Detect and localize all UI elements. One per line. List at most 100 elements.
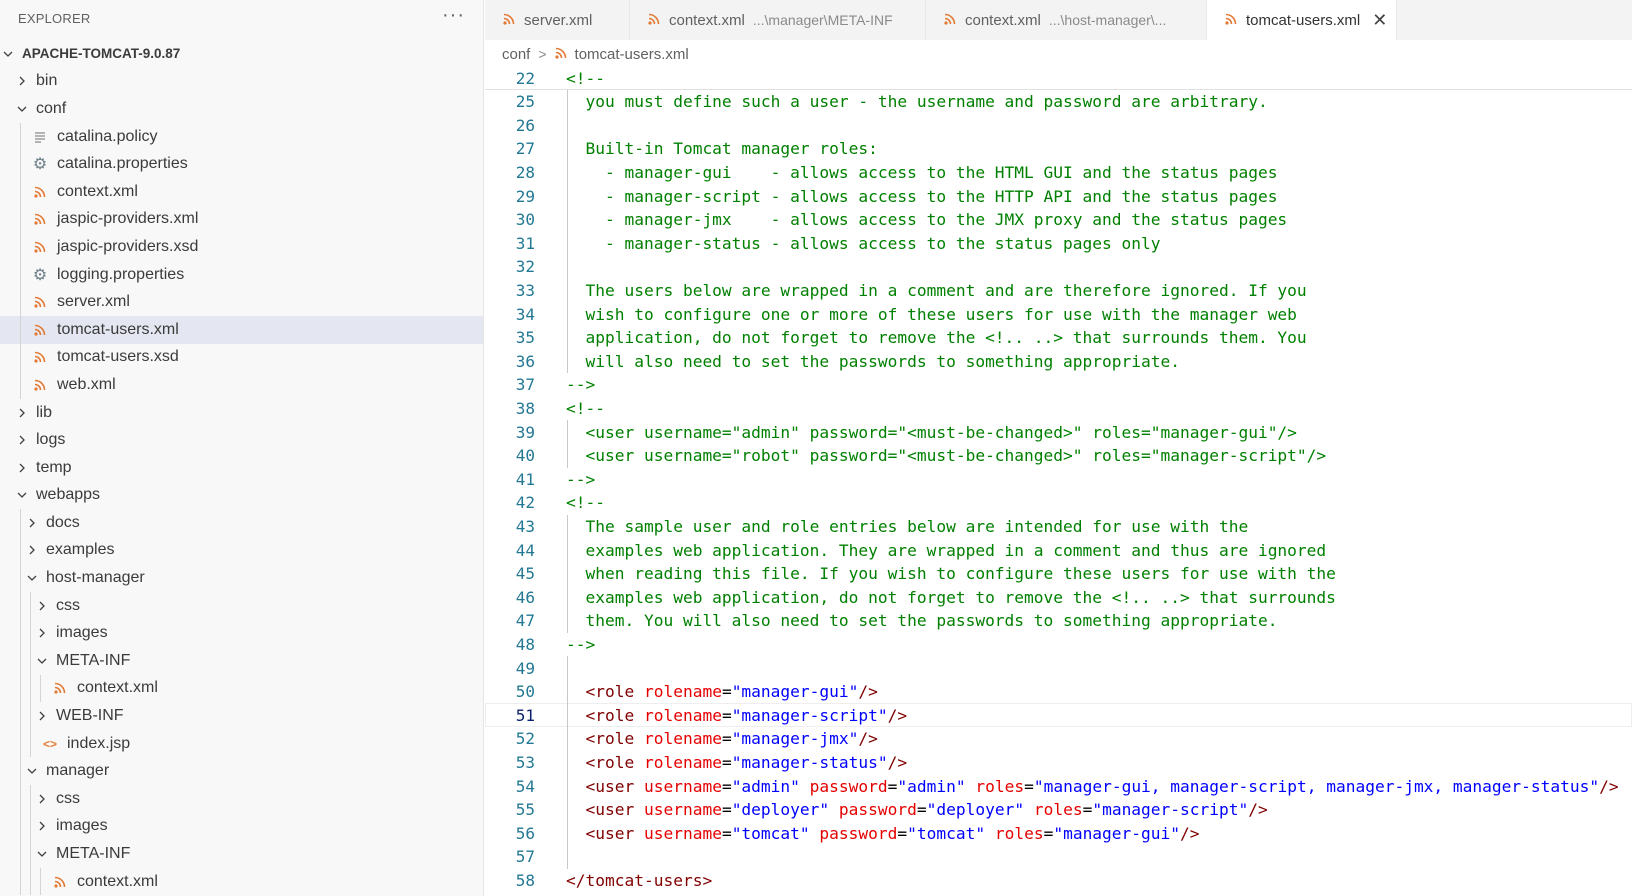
tree-file-item[interactable]: context.xml	[0, 867, 483, 896]
line-number: 27	[515, 139, 535, 159]
code-lines[interactable]: 25 you must define such a user - the use…	[485, 90, 1632, 892]
tree-folder-item[interactable]: docs	[0, 509, 483, 537]
code-line[interactable]: 46 examples web application, do not forg…	[485, 585, 1632, 610]
chevron-right-icon[interactable]	[34, 625, 50, 641]
chevron-down-icon[interactable]	[34, 846, 50, 862]
chevron-right-icon[interactable]	[34, 818, 50, 834]
tree-file-item[interactable]: jaspic-providers.xsd	[0, 233, 483, 261]
more-actions-icon[interactable]: ···	[442, 4, 465, 27]
code-line[interactable]: 33 The users below are wrapped in a comm…	[485, 278, 1632, 303]
tree-folder-item[interactable]: APACHE-TOMCAT-9.0.87	[0, 40, 483, 68]
chevron-down-icon[interactable]	[34, 653, 50, 669]
code-line[interactable]: 37 -->	[485, 373, 1632, 397]
code-line[interactable]: 39 <user username="admin" password="<mus…	[485, 420, 1632, 444]
tree-folder-item[interactable]: WEB-INF	[0, 702, 483, 730]
code-line[interactable]: 32	[485, 255, 1632, 279]
code-line[interactable]: 58 </tomcat-users>	[485, 869, 1632, 893]
chevron-right-icon[interactable]	[24, 542, 40, 558]
sticky-scroll-line[interactable]: 22 <!--	[485, 66, 1632, 90]
code-line[interactable]: 52 <role rolename="manager-jmx"/>	[485, 727, 1632, 751]
chevron-right-icon[interactable]	[34, 791, 50, 807]
tree-folder-item[interactable]: manager	[0, 757, 483, 786]
code-editor[interactable]: 22 <!-- 25 you must define such a user - …	[485, 66, 1632, 896]
tree-folder-item[interactable]: META-INF	[0, 840, 483, 868]
chevron-right-icon[interactable]	[14, 460, 30, 476]
tree-folder-item[interactable]: META-INF	[0, 647, 483, 675]
chevron-right-icon[interactable]	[14, 405, 30, 421]
code-line[interactable]: 36 will also need to set the passwords t…	[485, 349, 1632, 374]
chevron-right-icon[interactable]	[24, 515, 40, 531]
code-line[interactable]: 28 - manager-gui - allows access to the …	[485, 160, 1632, 185]
tree-file-item[interactable]: context.xml	[0, 674, 483, 703]
code-line[interactable]: 55 <user username="deployer" password="d…	[485, 797, 1632, 822]
tree-file-item[interactable]: tomcat-users.xml	[0, 315, 483, 344]
tree-file-item[interactable]: web.xml	[0, 371, 483, 399]
code-line[interactable]: 22 <!--	[485, 66, 1632, 90]
code-line[interactable]: 29 - manager-script - allows access to t…	[485, 184, 1632, 208]
code-line[interactable]: 34 wish to configure one or more of thes…	[485, 302, 1632, 326]
tree-file-item[interactable]: ⚙ logging.properties	[0, 260, 483, 289]
code-line[interactable]: 25 you must define such a user - the use…	[485, 90, 1632, 114]
code-line[interactable]: 27 Built-in Tomcat manager roles:	[485, 137, 1632, 161]
tree-folder-item[interactable]: images	[0, 619, 483, 648]
code-line[interactable]: 41 -->	[485, 468, 1632, 492]
editor-tab[interactable]: context.xml ...\host-manager\...	[926, 0, 1207, 40]
rss-icon	[52, 874, 68, 890]
line-number: 57	[515, 847, 535, 867]
close-icon[interactable]: ✕	[1372, 10, 1387, 31]
tree-file-item[interactable]: context.xml	[0, 177, 483, 206]
chevron-down-icon[interactable]	[14, 487, 30, 503]
code-line[interactable]: 49	[485, 656, 1632, 680]
code-line[interactable]: 26	[485, 113, 1632, 138]
tree-folder-item[interactable]: logs	[0, 426, 483, 454]
tree-folder-item[interactable]: conf	[0, 95, 483, 123]
tree-folder-item[interactable]: examples	[0, 536, 483, 565]
code-line[interactable]: 43 The sample user and role entries belo…	[485, 514, 1632, 539]
chevron-right-icon[interactable]	[14, 73, 30, 89]
code-line[interactable]: 30 - manager-jmx - allows access to the …	[485, 207, 1632, 232]
tree-folder-item[interactable]: webapps	[0, 482, 483, 510]
tree-folder-item[interactable]: css	[0, 785, 483, 813]
code-line[interactable]: 53 <role rolename="manager-status"/>	[485, 750, 1632, 775]
chevron-down-icon[interactable]	[0, 46, 16, 62]
chevron-right-icon[interactable]	[34, 708, 50, 724]
code-line[interactable]: 44 examples web application. They are wr…	[485, 538, 1632, 562]
code-line[interactable]: 42 <!--	[485, 491, 1632, 515]
code-line[interactable]: 35 application, do not forget to remove …	[485, 325, 1632, 350]
tree-folder-item[interactable]: temp	[0, 454, 483, 482]
code-line[interactable]: 50 <role rolename="manager-gui"/>	[485, 679, 1632, 704]
code-line[interactable]: 40 <user username="robot" password="<mus…	[485, 443, 1632, 468]
tab-label: tomcat-users.xml	[1246, 11, 1361, 29]
chevron-right-icon[interactable]	[34, 598, 50, 614]
code-line[interactable]: 56 <user username="tomcat" password="tom…	[485, 821, 1632, 845]
chevron-down-icon[interactable]	[24, 570, 40, 586]
tree-file-item[interactable]: server.xml	[0, 288, 483, 316]
code-line[interactable]: 57	[485, 845, 1632, 869]
editor-tab[interactable]: server.xml	[485, 0, 630, 40]
chevron-down-icon[interactable]	[14, 101, 30, 117]
tree-file-item[interactable]: ⚙ catalina.properties	[0, 150, 483, 178]
tree-folder-item[interactable]: host-manager	[0, 564, 483, 592]
breadcrumb-file[interactable]: tomcat-users.xml	[575, 46, 689, 63]
tree-folder-item[interactable]: bin	[0, 68, 483, 96]
editor-tab[interactable]: context.xml ...\manager\META-INF	[630, 0, 926, 40]
chevron-down-icon[interactable]	[24, 763, 40, 779]
code-line[interactable]: 38 <!--	[485, 397, 1632, 421]
breadcrumb-folder[interactable]: conf	[502, 46, 530, 63]
tree-file-item[interactable]: tomcat-users.xsd	[0, 343, 483, 372]
indent-guide	[30, 674, 31, 703]
code-line[interactable]: 51 <role rolename="manager-script"/>	[485, 703, 1632, 728]
code-line[interactable]: 45 when reading this file. If you wish t…	[485, 561, 1632, 586]
editor-tab[interactable]: tomcat-users.xml ✕	[1207, 0, 1397, 40]
code-line[interactable]: 54 <user username="admin" password="admi…	[485, 774, 1632, 798]
tree-folder-item[interactable]: lib	[0, 399, 483, 427]
tree-file-item[interactable]: <> index.jsp	[0, 729, 483, 758]
tree-file-item[interactable]: jaspic-providers.xml	[0, 205, 483, 234]
chevron-right-icon[interactable]	[14, 432, 30, 448]
code-line[interactable]: 47 them. You will also need to set the p…	[485, 609, 1632, 633]
tree-folder-item[interactable]: css	[0, 591, 483, 620]
tree-folder-item[interactable]: images	[0, 812, 483, 841]
code-line[interactable]: 48 -->	[485, 633, 1632, 657]
code-line[interactable]: 31 - manager-status - allows access to t…	[485, 231, 1632, 256]
tree-file-item[interactable]: catalina.policy	[0, 122, 483, 151]
